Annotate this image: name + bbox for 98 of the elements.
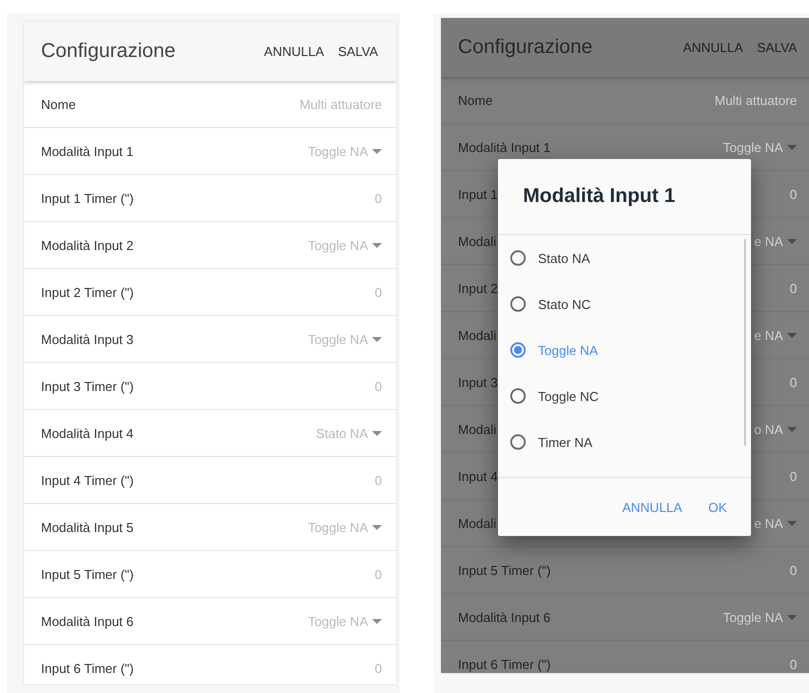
caret-icon xyxy=(787,144,797,150)
field-label: Input 5 Timer (") xyxy=(41,566,134,582)
field-row[interactable]: Input 4 Timer (") 0 xyxy=(24,457,396,504)
caret-icon xyxy=(787,426,797,432)
field-label: Input 2 xyxy=(458,280,498,296)
field-row[interactable]: Input 6 Timer (") 0 xyxy=(24,645,396,684)
field-label: Input 4 xyxy=(458,468,498,484)
field-value: 0 xyxy=(374,566,382,582)
field-row[interactable]: Input 2 Timer (") 0 xyxy=(24,269,396,316)
field-row[interactable]: Input 3 Timer (") 0 xyxy=(24,363,396,410)
field-value: Toggle NA xyxy=(308,144,368,158)
field-label: Input 4 Timer (") xyxy=(41,472,134,488)
field-label: Modali xyxy=(458,516,496,530)
field-label: Input 3 xyxy=(458,374,498,390)
radio-option[interactable]: Timer NA xyxy=(498,419,592,465)
field-value: 0 xyxy=(790,562,797,578)
field-label: Input 1 xyxy=(458,186,498,202)
field-value: 0 xyxy=(790,468,797,484)
field-label: Modali xyxy=(458,328,496,342)
field-label: Input 3 Timer (") xyxy=(41,378,134,394)
caret-icon xyxy=(372,430,382,436)
select-row[interactable]: Modalità Input 4 Stato NA xyxy=(24,410,396,457)
field-value: Stato NA xyxy=(316,426,368,440)
caret-icon xyxy=(787,614,797,620)
action-button[interactable]: SALVA xyxy=(753,36,801,59)
field-label: Modali xyxy=(458,422,496,436)
field-value: 0 xyxy=(374,472,382,488)
field-value: Toggle NA xyxy=(308,332,368,346)
field-label: Nome xyxy=(458,92,493,108)
caret-icon xyxy=(372,524,382,530)
field-label: Modalità Input 1 xyxy=(41,144,134,158)
caret-icon xyxy=(372,618,382,624)
radio-icon[interactable] xyxy=(510,434,526,450)
field-value: 0 xyxy=(374,378,382,394)
field-label: Input 2 Timer (") xyxy=(41,284,134,300)
field-label: Input 6 Timer (") xyxy=(41,660,134,676)
field-label: Modalità Input 6 xyxy=(458,610,551,624)
field-value: e NA xyxy=(754,328,783,342)
field-value: 0 xyxy=(790,280,797,296)
select-row[interactable]: Modalità Input 5 Toggle NA xyxy=(24,504,396,551)
field-value: Multi attuatore xyxy=(714,92,797,108)
field-row[interactable]: Input 5 Timer (") 0 xyxy=(441,547,809,594)
field-value: 0 xyxy=(374,190,382,206)
select-row[interactable]: Modalità Input 1 Toggle NA xyxy=(24,128,396,175)
field-label: Modalità Input 5 xyxy=(41,520,134,534)
radio-icon[interactable] xyxy=(510,388,526,404)
scrollbar[interactable] xyxy=(744,239,746,446)
caret-icon xyxy=(372,336,382,342)
select-row[interactable]: Modalità Input 3 Toggle NA xyxy=(24,316,396,363)
field-value: Toggle NA xyxy=(308,614,368,628)
field-value: 0 xyxy=(790,186,797,202)
action-button[interactable]: ANNULLA xyxy=(679,36,748,59)
field-row[interactable]: Nome Multi attuatore xyxy=(24,81,396,128)
field-label: Input 5 Timer (") xyxy=(458,562,551,578)
field-label: Modalità Input 1 xyxy=(458,140,551,154)
field-value: 0 xyxy=(790,656,797,672)
field-value: e NA xyxy=(754,516,783,530)
radio-icon[interactable] xyxy=(510,250,526,266)
radio-option[interactable]: Stato NC xyxy=(498,281,591,327)
select-row[interactable]: Modalità Input 2 Toggle NA xyxy=(24,222,396,269)
field-value: Toggle NA xyxy=(308,238,368,252)
field-value: 0 xyxy=(374,660,382,676)
field-value: 0 xyxy=(790,374,797,390)
radio-option[interactable]: Toggle NC xyxy=(498,373,599,419)
dialog-title: Modalità Input 1 xyxy=(498,159,751,235)
caret-icon xyxy=(372,242,382,248)
field-row[interactable]: Nome Multi attuatore xyxy=(441,77,809,124)
field-label: Modalità Input 3 xyxy=(41,332,134,346)
field-label: Modalità Input 2 xyxy=(41,238,134,252)
field-label: Modalità Input 4 xyxy=(41,426,134,440)
action-button[interactable]: ANNULLA xyxy=(260,40,328,63)
field-label: Nome xyxy=(41,96,76,112)
action-button[interactable]: SALVA xyxy=(334,40,382,63)
radio-icon[interactable] xyxy=(510,296,526,312)
field-label: Modali xyxy=(458,234,496,248)
page-title: Configurazione xyxy=(41,40,176,63)
caret-icon xyxy=(787,238,797,244)
caret-icon xyxy=(787,332,797,338)
caret-icon xyxy=(372,148,382,154)
field-label: Input 6 Timer (") xyxy=(458,656,551,672)
field-value: e NA xyxy=(754,234,783,248)
caret-icon xyxy=(787,520,797,526)
select-row[interactable]: Modalità Input 6 Toggle NA xyxy=(441,594,809,641)
field-label: Modalità Input 6 xyxy=(41,614,134,628)
select-row[interactable]: Modalità Input 6 Toggle NA xyxy=(24,598,396,645)
field-value: Toggle NA xyxy=(308,520,368,534)
radio-icon[interactable] xyxy=(510,342,526,358)
field-value: Toggle NA xyxy=(723,610,783,624)
field-value: o NA xyxy=(754,422,783,436)
field-value: 0 xyxy=(374,284,382,300)
field-row[interactable]: Input 5 Timer (") 0 xyxy=(24,551,396,598)
page-title: Configurazione xyxy=(458,36,593,59)
radio-option[interactable]: Stato NA xyxy=(498,235,590,281)
field-value: Multi attuatore xyxy=(300,96,382,112)
field-row[interactable]: Input 6 Timer (") 0 xyxy=(441,641,809,673)
field-value: Toggle NA xyxy=(723,140,783,154)
field-row[interactable]: Input 1 Timer (") 0 xyxy=(24,175,396,222)
field-label: Input 1 Timer (") xyxy=(41,190,134,206)
